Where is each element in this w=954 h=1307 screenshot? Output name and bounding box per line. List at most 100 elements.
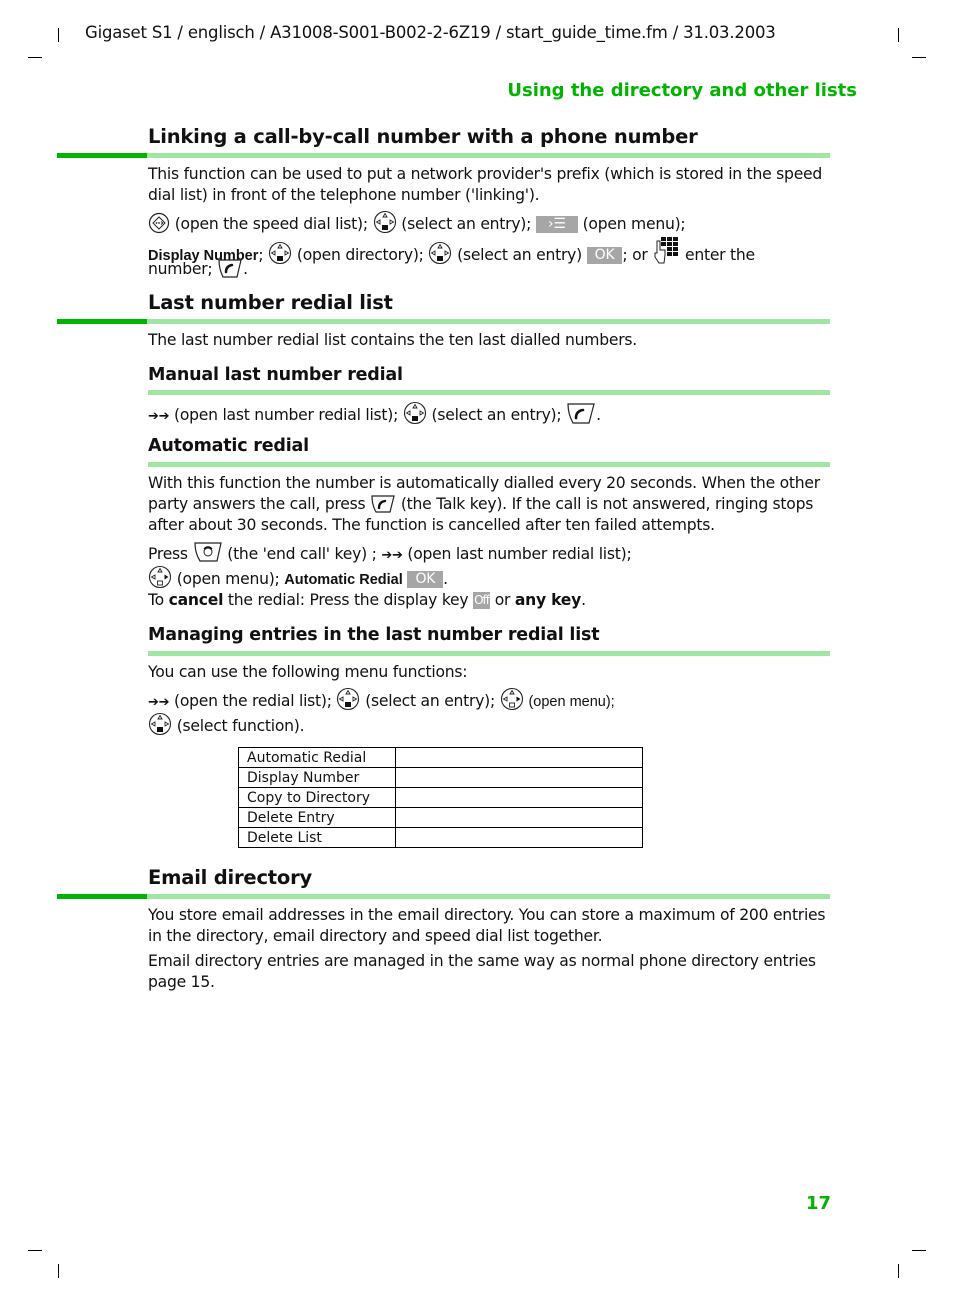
step-text: To [148, 591, 164, 609]
table-row: Display Number [238, 767, 643, 788]
menu-function-description [395, 807, 643, 828]
linking-step-1: (open the speed dial list); (select an e… [148, 210, 686, 235]
section-rule [57, 153, 830, 158]
step-text: (open menu); [528, 694, 615, 710]
automatic-redial-cancel: To cancel the redial: Press the display … [148, 590, 586, 611]
emphasis-cancel: cancel [168, 591, 224, 609]
subsection-rule [148, 462, 830, 467]
crop-mark [28, 1250, 42, 1251]
step-end: . [243, 260, 248, 278]
ok-softkey[interactable]: OK [407, 571, 444, 588]
keypad-icon [652, 235, 680, 265]
crop-mark [58, 1264, 59, 1278]
menu-functions-table: Automatic Redial Display Number Copy to … [238, 747, 643, 848]
step-text: enter the [684, 246, 755, 264]
crop-mark [898, 28, 899, 42]
section-rule [57, 894, 830, 899]
step-text: (open directory); [296, 246, 424, 264]
step-text: (select function). [176, 717, 305, 735]
talk-key-icon [217, 257, 243, 279]
automatic-redial-step-2: (open menu); Automatic Redial OK. [148, 565, 448, 591]
email-paragraph-1: You store email addresses in the email d… [148, 906, 826, 945]
control-key-right-icon [148, 565, 172, 589]
menu-function-description [395, 767, 643, 788]
control-key-icon [336, 687, 360, 711]
step-text: (open last number redial list); [174, 406, 399, 424]
step-text: the redial: Press the display key [227, 591, 469, 609]
subsection-title-manual-redial: Manual last number redial [148, 365, 403, 385]
control-key-icon [373, 210, 397, 234]
managing-step-1: ➔➔ (open the redial list); (select an en… [148, 687, 615, 713]
control-key-icon [403, 401, 427, 425]
emphasis-any-key: any key [514, 591, 582, 609]
control-key-right-icon [500, 687, 524, 711]
separator: ; [258, 246, 264, 264]
crop-mark [912, 57, 926, 58]
ok-softkey[interactable]: OK [586, 247, 623, 264]
table-row: Copy to Directory [238, 787, 643, 808]
step-text: (open the speed dial list); [174, 215, 368, 233]
manual-redial-step: ➔➔ (open last number redial list); (sele… [148, 401, 601, 427]
section-title-linking: Linking a call-by-call number with a pho… [148, 125, 698, 148]
step-text: Press [148, 545, 188, 563]
table-row: Delete List [238, 827, 643, 848]
step-text: (select an entry); [431, 406, 562, 424]
subsection-title-automatic-redial: Automatic redial [148, 436, 309, 456]
step-text: (select an entry) [457, 246, 582, 264]
step-text: (open menu); [582, 215, 686, 233]
menu-function-description [395, 787, 643, 808]
running-head: Using the directory and other lists [507, 80, 857, 101]
subsection-rule [148, 651, 830, 656]
redial-arrow-icon: ➔➔ [148, 695, 170, 710]
step-text: (open menu); [176, 570, 280, 588]
menu-function-description [395, 827, 643, 848]
managing-intro: You can use the following menu functions… [148, 663, 468, 681]
menu-item-automatic-redial: Automatic Redial [284, 572, 403, 588]
menu-function-name: Copy to Directory [238, 787, 396, 808]
linking-step-3: number; . [148, 257, 248, 280]
step-text: (open last number redial list); [407, 545, 632, 563]
menu-function-description [395, 747, 643, 768]
automatic-redial-intro: With this function the number is automat… [148, 473, 830, 536]
document-info-header: Gigaset S1 / englisch / A31008-S001-B002… [85, 23, 776, 42]
menu-softkey[interactable]: ›☰ [535, 216, 578, 233]
step-text: number; [148, 260, 213, 278]
step-text: (select an entry); [365, 692, 496, 710]
control-key-icon [428, 241, 452, 265]
speed-dial-key-icon [148, 212, 170, 234]
section-title-email-directory: Email directory [148, 866, 313, 889]
talk-key-icon [370, 494, 396, 514]
crop-mark [28, 57, 42, 58]
linking-intro: This function can be used to put a netwo… [148, 165, 823, 204]
step-end: . [581, 591, 586, 609]
step-text: (open the redial list); [174, 692, 332, 710]
email-paragraph-2: Email directory entries are managed in t… [148, 952, 816, 991]
control-key-icon [268, 241, 292, 265]
menu-function-name: Delete List [238, 827, 396, 848]
step-text: (the 'end call' key) ; [227, 545, 377, 563]
crop-mark [898, 1264, 899, 1278]
page-number: 17 [806, 1193, 832, 1214]
menu-function-name: Delete Entry [238, 807, 396, 828]
crop-mark [58, 28, 59, 42]
crop-mark [912, 1250, 926, 1251]
redial-list-intro: The last number redial list contains the… [148, 331, 637, 349]
step-end: . [596, 406, 601, 424]
step-end: . [443, 570, 448, 588]
control-key-icon [148, 712, 172, 736]
menu-function-name: Automatic Redial [238, 747, 396, 768]
automatic-redial-step-1: Press (the 'end call' key) ; ➔➔ (open la… [148, 540, 632, 566]
end-call-key-icon [193, 540, 223, 564]
step-text: ; or [622, 246, 648, 264]
step-text: (select an entry); [401, 215, 532, 233]
step-text: or [494, 591, 511, 609]
section-rule [57, 319, 830, 324]
subsection-title-managing-entries: Managing entries in the last number redi… [148, 625, 600, 645]
table-row: Delete Entry [238, 807, 643, 828]
off-softkey[interactable]: Off [473, 592, 490, 609]
redial-arrow-icon: ➔➔ [381, 548, 403, 563]
section-title-redial-list: Last number redial list [148, 291, 393, 314]
menu-function-name: Display Number [238, 767, 396, 788]
table-row: Automatic Redial [238, 747, 643, 768]
subsection-rule [148, 390, 830, 395]
